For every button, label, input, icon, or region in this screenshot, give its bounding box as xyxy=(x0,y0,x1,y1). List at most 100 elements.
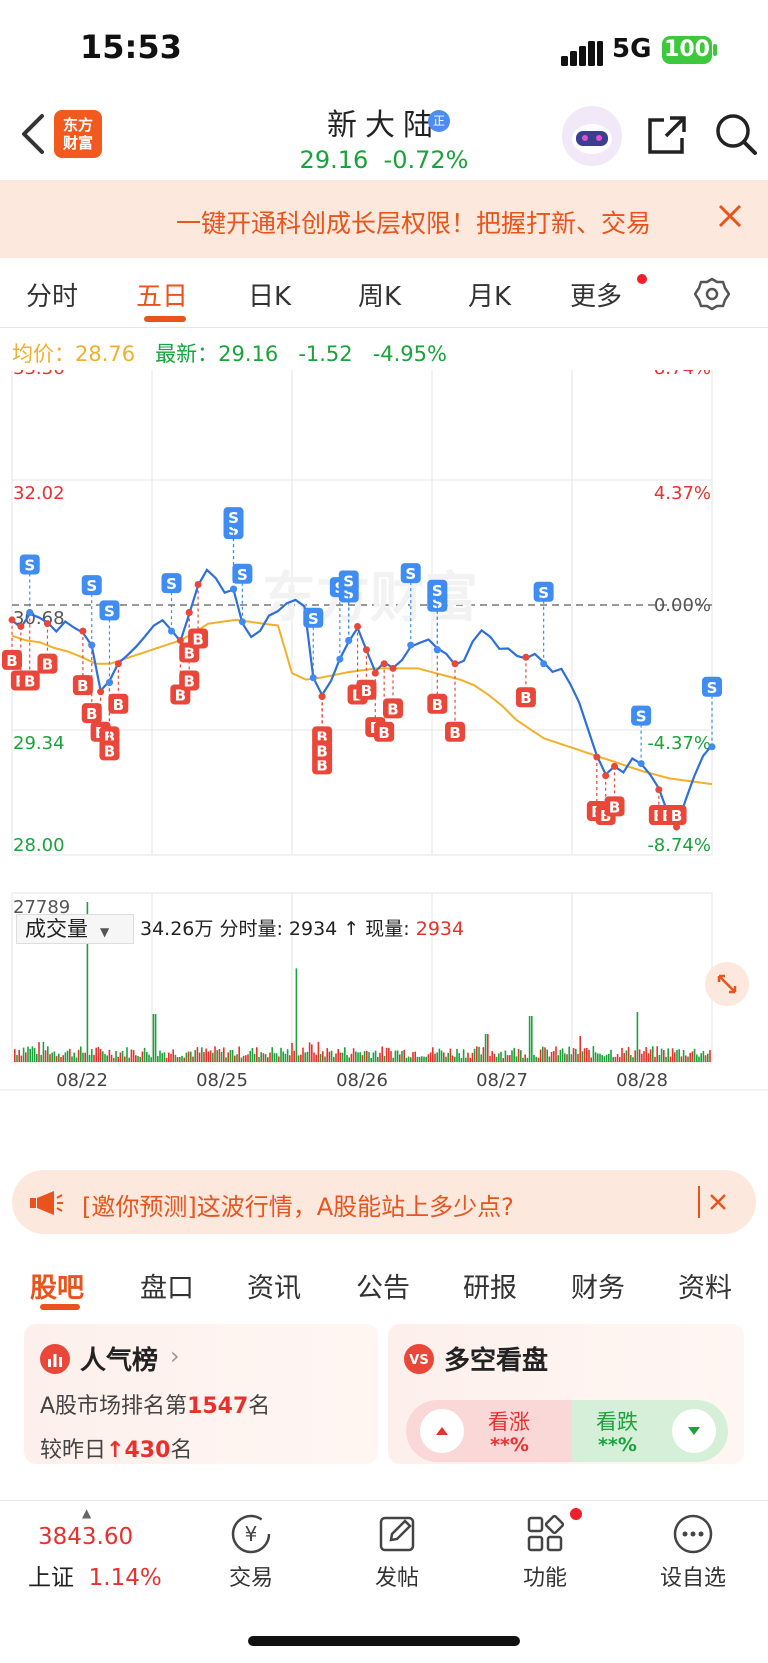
volume-bar xyxy=(328,1051,331,1062)
post-button[interactable]: 发帖 xyxy=(342,1512,452,1592)
buy-marker[interactable]: B xyxy=(383,664,404,719)
index-line[interactable]: 上证 1.14% xyxy=(28,1558,162,1592)
share-icon[interactable] xyxy=(646,114,688,156)
volume-bar xyxy=(379,1052,381,1062)
triangle-down-icon[interactable] xyxy=(672,1409,716,1453)
volume-bar xyxy=(429,1052,432,1062)
active-tab-indicator xyxy=(40,1304,80,1310)
tab-monthly-k[interactable]: 月K xyxy=(468,276,511,313)
volume-bar xyxy=(333,1056,335,1062)
caret-up-icon[interactable]: ▲ xyxy=(82,1506,91,1520)
volume-bar xyxy=(130,1049,133,1062)
search-icon[interactable] xyxy=(714,112,758,156)
sell-marker[interactable]: S xyxy=(303,607,324,682)
tab-weekly-k[interactable]: 周K xyxy=(358,276,401,313)
tab-daily-k[interactable]: 日K xyxy=(248,276,291,313)
banner-text[interactable]: 一键开通科创成长层权限！把握打新、交易 xyxy=(176,204,690,240)
sell-marker[interactable]: S xyxy=(99,600,120,686)
latest-value: 29.16 xyxy=(218,342,279,366)
volume-bar xyxy=(405,1057,408,1062)
tab-finance[interactable]: 财务 xyxy=(571,1266,625,1305)
volume-bar xyxy=(368,1052,370,1062)
volume-bar xyxy=(590,1057,592,1062)
buy-marker[interactable]: B xyxy=(312,692,333,747)
buy-marker[interactable]: B xyxy=(445,660,466,742)
bear-label[interactable]: 看跌 xyxy=(596,1406,638,1436)
marker-dot xyxy=(389,664,397,672)
tab-intraday[interactable]: 分时 xyxy=(26,276,78,313)
trade-button[interactable]: ¥ 交易 xyxy=(196,1512,306,1592)
volume-bar xyxy=(308,1042,311,1062)
volume-bar xyxy=(201,1047,203,1062)
tab-more[interactable]: 更多 xyxy=(570,276,622,313)
buy-marker[interactable]: B xyxy=(427,646,448,714)
tab-announcements[interactable]: 公告 xyxy=(356,1266,410,1305)
buy-marker[interactable]: B xyxy=(515,653,536,708)
marker-letter: B xyxy=(671,807,682,825)
tab-research[interactable]: 研报 xyxy=(463,1266,517,1305)
volume-bar xyxy=(352,1048,355,1062)
chevron-right-icon[interactable]: › xyxy=(170,1342,180,1370)
volume-bar xyxy=(71,1056,73,1062)
volume-bar xyxy=(370,1057,372,1062)
tab-profile[interactable]: 资料 xyxy=(678,1266,732,1305)
close-icon[interactable] xyxy=(704,1188,732,1216)
promo-text[interactable]: [邀你预测]这波行情，A股能站上多少点? xyxy=(82,1187,514,1222)
tab-five-day[interactable]: 五日 xyxy=(136,276,188,313)
volume-bar xyxy=(669,1056,672,1062)
volume-bar xyxy=(498,1053,500,1062)
volume-bar xyxy=(64,1052,67,1062)
megaphone-icon xyxy=(30,1191,63,1215)
volume-bar xyxy=(674,1052,676,1062)
volume-bar xyxy=(260,1052,262,1062)
triangle-up-icon[interactable] xyxy=(420,1409,464,1453)
sell-marker[interactable]: S xyxy=(19,554,40,616)
volume-bar xyxy=(456,1048,458,1062)
close-icon[interactable] xyxy=(716,202,744,230)
five-day-chart[interactable]: 东方财富33.3632.0230.6829.3428.008.74%4.37%0… xyxy=(0,370,768,1110)
volume-bar xyxy=(346,1055,348,1062)
volume-bar xyxy=(506,1055,509,1062)
volume-bar xyxy=(88,1054,91,1062)
volume-bar xyxy=(544,1047,546,1062)
popularity-title[interactable]: 人气榜 xyxy=(80,1340,158,1377)
marker-letter: S xyxy=(24,556,35,574)
buy-marker[interactable]: B xyxy=(108,660,129,714)
volume-bar xyxy=(300,1054,302,1062)
volume-bar xyxy=(520,1050,522,1062)
volume-bar xyxy=(614,1056,617,1062)
volume-bar xyxy=(394,1050,397,1062)
volume-bar xyxy=(482,1047,485,1062)
sell-marker[interactable]: S xyxy=(81,575,102,649)
expand-icon[interactable] xyxy=(705,962,749,1006)
bull-label[interactable]: 看涨 xyxy=(488,1406,530,1436)
tab-forum[interactable]: 股吧 xyxy=(30,1266,84,1305)
index-value[interactable]: 3843.60 xyxy=(38,1524,133,1550)
tab-order-book[interactable]: 盘口 xyxy=(140,1266,194,1305)
buy-marker[interactable]: B xyxy=(666,805,687,831)
avg-value: 28.76 xyxy=(75,342,136,366)
volume-bar xyxy=(702,1050,705,1062)
volume-bar xyxy=(476,1046,478,1062)
volume-bar xyxy=(438,1048,441,1062)
marker-dot xyxy=(167,627,175,635)
volume-bar xyxy=(326,1048,328,1062)
tab-news[interactable]: 资讯 xyxy=(247,1266,301,1305)
add-watchlist-button[interactable]: 设自选 xyxy=(638,1512,748,1592)
volume-bar xyxy=(363,1051,366,1062)
marker-letter: B xyxy=(42,656,53,674)
volume-bar xyxy=(467,1052,469,1062)
volume-bar xyxy=(449,1048,452,1062)
latest-label: 最新： xyxy=(155,342,219,366)
features-button[interactable]: 功能 xyxy=(490,1512,600,1592)
ai-robot-icon[interactable] xyxy=(562,106,622,166)
marker-letter: B xyxy=(316,742,327,760)
volume-bar xyxy=(95,1047,97,1062)
volume-bar xyxy=(502,1057,504,1062)
marker-dot xyxy=(309,674,317,682)
volume-selector[interactable]: 成交量 ▼ xyxy=(16,914,134,944)
gear-icon[interactable] xyxy=(694,276,730,312)
volume-bar xyxy=(275,1053,278,1062)
volume-bar xyxy=(55,1056,58,1062)
sell-marker[interactable]: S xyxy=(161,573,182,635)
